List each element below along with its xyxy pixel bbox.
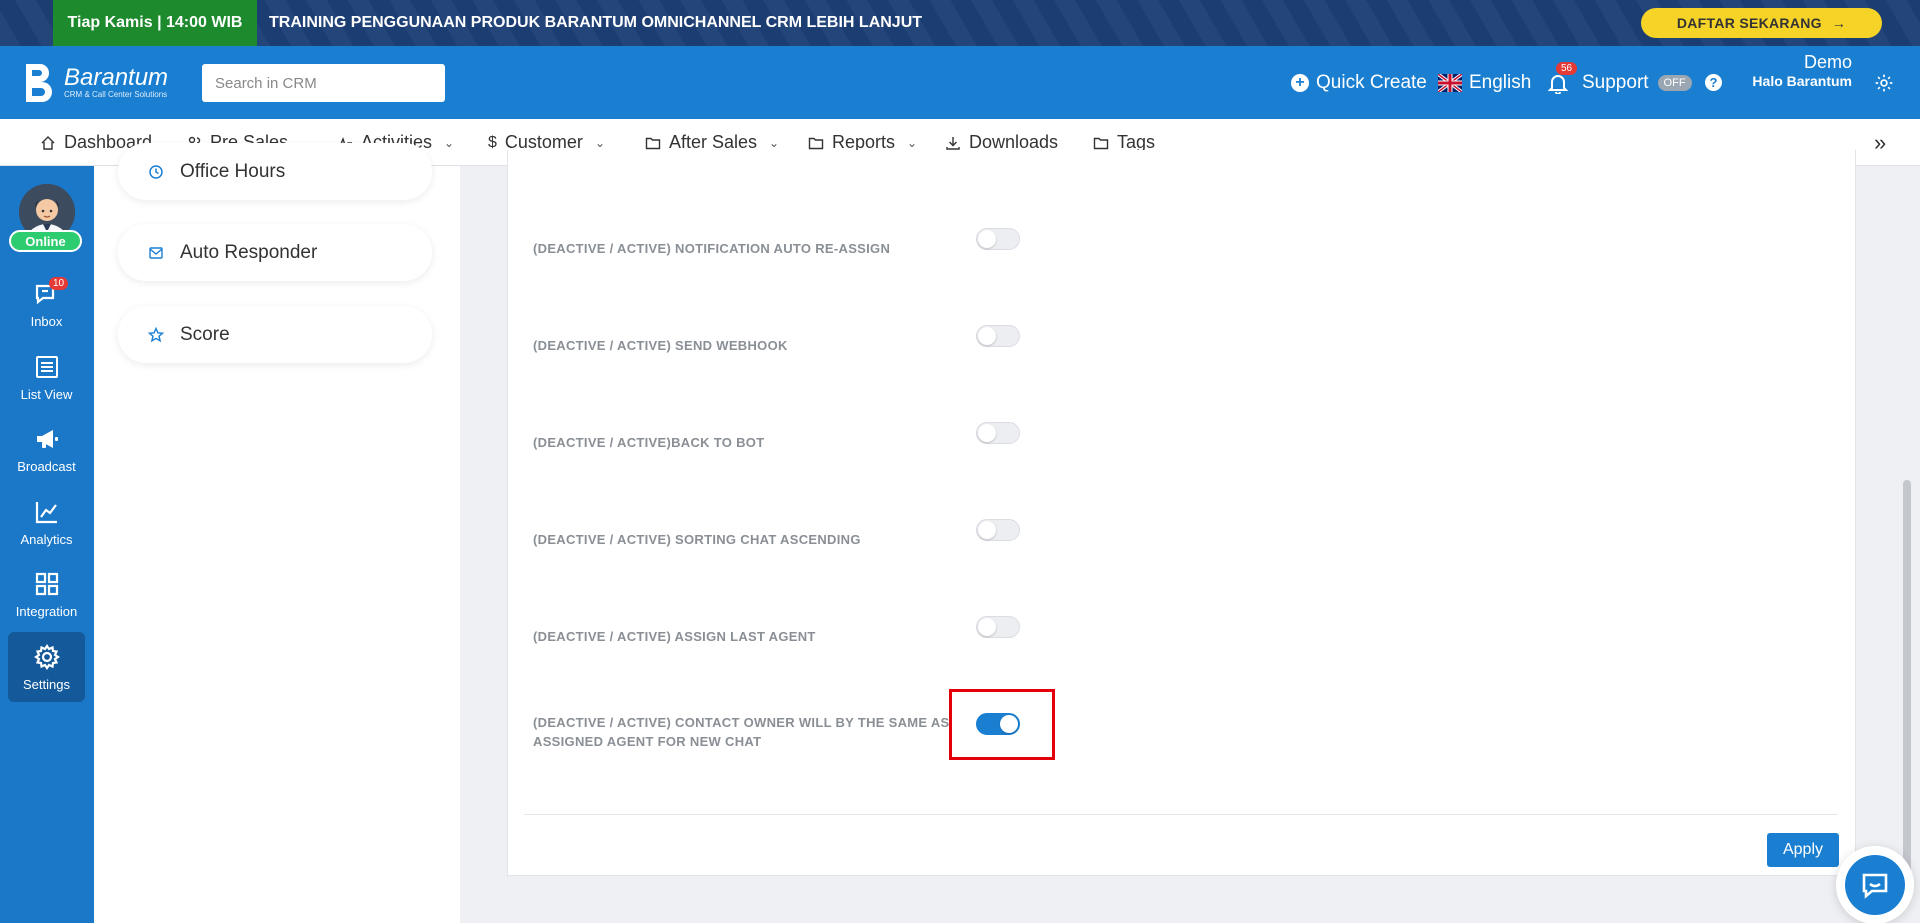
rail-integration[interactable]: Integration [8,559,85,629]
home-icon [41,135,55,150]
chat-support-icon [1862,873,1888,899]
grid-icon [35,572,58,595]
submenu-auto-responder[interactable]: Auto Responder [118,224,432,281]
submenu-office-hours[interactable]: Office Hours [118,143,432,200]
auto-responder-icon [149,246,163,259]
left-rail: Online 10 Inbox List View Broadcast Anal… [0,166,94,923]
setting-label-assign-last-agent: (DEACTIVE / ACTIVE) ASSIGN LAST AGENT [533,629,816,644]
online-status-badge[interactable]: Online [9,230,82,252]
submenu-label: Score [180,323,230,345]
rail-label: Broadcast [17,458,76,474]
settings-gear-button[interactable] [1874,46,1894,119]
rail-list-view[interactable]: List View [8,342,85,412]
gear-icon [33,643,60,670]
folder-icon [808,137,824,149]
page-scrollbar[interactable] [1903,480,1911,880]
inbox-count-badge: 10 [49,277,69,290]
rail-inbox[interactable]: 10 Inbox [8,269,85,339]
support-toggle[interactable]: Support OFF [1582,46,1692,119]
language-label: English [1469,71,1532,93]
toggle-knob [978,521,996,539]
toggle-knob [978,327,996,345]
top-header: Barantum CRM & Call Center Solutions + Q… [0,46,1920,119]
apply-button[interactable]: Apply [1767,833,1839,867]
user-menu[interactable]: Demo Halo Barantum [1740,52,1852,89]
toggle-knob [978,230,996,248]
settings-submenu: Office Hours Auto Responder Score [94,143,460,923]
rail-label: Integration [15,603,78,619]
toggle-back-to-bot[interactable] [976,422,1020,444]
divider [524,814,1838,815]
chat-settings-card: (DEACTIVE / ACTIVE) NOTIFICATION AUTO RE… [507,150,1856,876]
submenu-label: Auto Responder [180,241,318,263]
toggle-knob [978,424,996,442]
user-name: Demo [1803,52,1852,72]
register-now-label: DAFTAR SEKARANG [1676,15,1822,31]
clock-icon [149,164,163,179]
arrow-right-icon: → [1831,15,1847,31]
help-icon: ? [1705,74,1722,91]
brand-tagline: CRM & Call Center Solutions [64,89,168,99]
register-now-button[interactable]: DAFTAR SEKARANG → [1641,8,1882,38]
download-icon [946,136,960,150]
setting-label-notification-auto-reassign: (DEACTIVE / ACTIVE) NOTIFICATION AUTO RE… [533,241,891,256]
toggle-knob [978,618,996,636]
setting-label-back-to-bot: (DEACTIVE / ACTIVE)BACK TO BOT [533,435,765,450]
promo-banner: Tiap Kamis | 14:00 WIB TRAINING PENGGUNA… [0,0,1920,46]
gear-icon [1875,74,1893,91]
bell-icon [1547,74,1569,95]
chevron-down-icon: ⌄ [444,135,455,150]
promo-title: TRAINING PENGGUNAAN PRODUK BARANTUM OMNI… [269,14,923,31]
barantum-logo-icon [26,64,52,102]
rail-broadcast[interactable]: Broadcast [8,414,85,484]
chevron-down-icon: ⌄ [769,135,780,150]
dollar-icon: $ [488,133,497,151]
quick-create-label: Quick Create [1316,71,1427,93]
toggle-assign-last-agent[interactable] [976,616,1020,638]
rail-analytics[interactable]: Analytics [8,487,85,557]
language-selector[interactable]: English [1438,46,1531,119]
help-button[interactable]: ? [1705,46,1722,119]
quick-create-button[interactable]: + Quick Create [1291,46,1427,119]
highlight-box [949,689,1055,760]
nav-more-button[interactable]: » [1874,119,1886,166]
list-view-icon [35,355,58,378]
chevron-down-icon: ⌄ [907,135,918,150]
folder-icon [645,137,661,149]
setting-label-send-webhook: (DEACTIVE / ACTIVE) SEND WEBHOOK [533,338,788,353]
folder-icon [1093,137,1109,149]
rail-label: Inbox [30,313,63,329]
analytics-icon [35,501,57,523]
toggle-sorting-chat-ascending[interactable] [976,519,1020,541]
notification-count-badge: 56 [1556,61,1578,75]
live-chat-button[interactable] [1836,846,1914,923]
support-status-badge: OFF [1657,74,1692,91]
rail-label: Settings [23,676,70,692]
megaphone-icon [36,429,58,448]
setting-label-contact-owner-same-as-agent: (DEACTIVE / ACTIVE) CONTACT OWNER WILL B… [533,715,950,749]
toggle-notification-auto-reassign[interactable] [976,228,1020,250]
brand-name: Barantum [64,63,169,91]
uk-flag-icon [1438,73,1462,92]
user-greeting: Halo Barantum [1752,73,1852,89]
support-label: Support [1582,71,1649,93]
star-icon [148,326,164,342]
brand-logo[interactable]: Barantum CRM & Call Center Solutions [22,62,168,102]
notifications-button[interactable]: 56 [1547,46,1578,119]
toggle-send-webhook[interactable] [976,325,1020,347]
rail-label: List View [20,386,73,402]
rail-settings[interactable]: Settings [8,632,85,702]
submenu-score[interactable]: Score [118,306,432,363]
setting-label-sorting-chat-ascending: (DEACTIVE / ACTIVE) SORTING CHAT ASCENDI… [533,532,861,547]
promo-schedule-badge: Tiap Kamis | 14:00 WIB [53,0,257,46]
submenu-label: Office Hours [180,160,286,182]
search-input[interactable] [202,64,445,102]
plus-circle-icon: + [1291,73,1309,92]
rail-label: Analytics [20,531,73,547]
chevron-down-icon: ⌄ [594,135,605,150]
